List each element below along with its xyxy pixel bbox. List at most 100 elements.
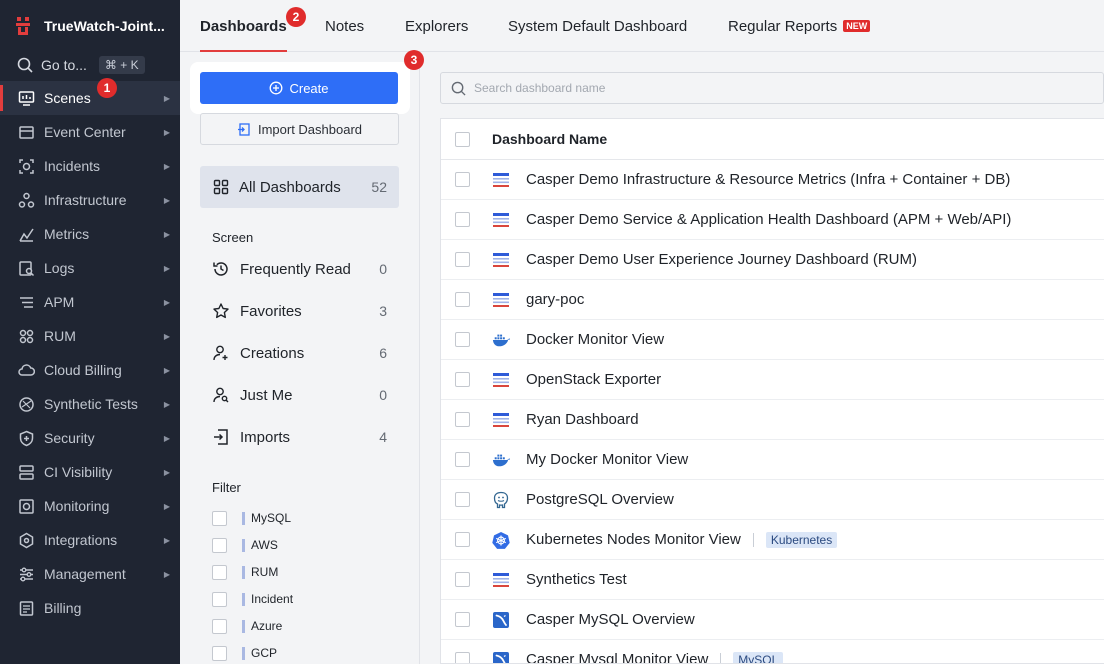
row-checkbox[interactable] <box>455 492 470 507</box>
security-icon <box>17 429 35 447</box>
sidebar-item-apm[interactable]: APM ▶ <box>0 285 180 319</box>
filter-item-rum[interactable]: RUM <box>212 563 278 581</box>
import-dashboard-button[interactable]: Import Dashboard <box>200 113 399 145</box>
table-row[interactable]: My Docker Monitor View <box>441 440 1104 480</box>
row-checkbox[interactable] <box>455 212 470 227</box>
caret-right-icon: ▶ <box>163 127 170 137</box>
dashboard-name[interactable]: Ryan Dashboard <box>526 411 639 428</box>
dashboard-name[interactable]: My Docker Monitor View <box>526 451 688 468</box>
sidebar-item-rum[interactable]: RUM ▶ <box>0 319 180 353</box>
table-row[interactable]: Synthetics Test <box>441 560 1104 600</box>
table-row[interactable]: Ryan Dashboard <box>441 400 1104 440</box>
table-row[interactable]: PostgreSQL Overview <box>441 480 1104 520</box>
screen-item-favorites[interactable]: Favorites 3 <box>212 300 387 322</box>
dashboard-name[interactable]: Docker Monitor View <box>526 331 664 348</box>
apm-icon <box>17 293 35 311</box>
sidebar: TrueWatch-Joint... Go to... ⌘ + K Scenes… <box>0 0 180 664</box>
sidebar-item-security[interactable]: Security ▶ <box>0 421 180 455</box>
sidebar-item-scenes[interactable]: Scenes ▶ <box>0 81 180 115</box>
checkbox[interactable] <box>212 591 227 607</box>
dashboard-name[interactable]: Casper Mysql Monitor View <box>526 651 708 663</box>
checkbox[interactable] <box>212 564 227 580</box>
checkbox[interactable] <box>212 618 227 634</box>
sidebar-item-ci-visibility[interactable]: CI Visibility ▶ <box>0 455 180 489</box>
table-row[interactable]: Casper Demo Service & Application Health… <box>441 200 1104 240</box>
synthetic-icon <box>17 395 35 413</box>
goto-search[interactable]: Go to... ⌘ + K <box>0 52 180 78</box>
filter-item-aws[interactable]: AWS <box>212 536 278 554</box>
sidebar-item-billing[interactable]: Billing <box>0 591 180 625</box>
create-label: Create <box>289 80 329 96</box>
table-row[interactable]: Casper Demo Infrastructure & Resource Me… <box>441 160 1104 200</box>
cloud-billing-icon <box>17 361 35 379</box>
row-checkbox[interactable] <box>455 612 470 627</box>
row-checkbox[interactable] <box>455 452 470 467</box>
screen-item-frequently-read[interactable]: Frequently Read 0 <box>212 258 387 280</box>
checkbox[interactable] <box>212 645 227 661</box>
filter-item-mysql[interactable]: MySQL <box>212 509 291 527</box>
filter-item-incident[interactable]: Incident <box>212 590 293 608</box>
sidebar-label-monitoring: Monitoring <box>44 498 110 514</box>
sidebar-item-metrics[interactable]: Metrics ▶ <box>0 217 180 251</box>
dashboard-name[interactable]: Synthetics Test <box>526 571 627 588</box>
caret-right-icon: ▶ <box>163 501 170 511</box>
tab-regular-reports[interactable]: Regular Reports NEW <box>728 18 871 52</box>
filter-item-gcp[interactable]: GCP <box>212 644 277 662</box>
table-row[interactable]: Casper MySQL Overview <box>441 600 1104 640</box>
row-checkbox[interactable] <box>455 652 470 663</box>
screen-item-imports[interactable]: Imports 4 <box>212 426 387 448</box>
sidebar-item-synthetic-tests[interactable]: Synthetic Tests ▶ <box>0 387 180 421</box>
row-checkbox[interactable] <box>455 292 470 307</box>
select-all-checkbox[interactable] <box>455 131 470 147</box>
dashboard-tag[interactable]: MySQL <box>733 651 784 663</box>
table-row[interactable]: Docker Monitor View <box>441 320 1104 360</box>
checkbox[interactable] <box>212 510 227 526</box>
brand-title: TrueWatch-Joint... <box>44 18 165 34</box>
screen-item-creations[interactable]: Creations 6 <box>212 342 387 364</box>
create-button[interactable]: Create <box>200 72 398 104</box>
tab-explorers[interactable]: Explorers <box>405 18 468 52</box>
table-row[interactable]: OpenStack Exporter <box>441 360 1104 400</box>
brand[interactable]: TrueWatch-Joint... <box>0 0 180 52</box>
row-checkbox[interactable] <box>455 572 470 587</box>
tag-separator <box>720 652 722 663</box>
row-checkbox[interactable] <box>455 532 470 547</box>
dashboard-name[interactable]: gary-poc <box>526 291 584 308</box>
sidebar-item-monitoring[interactable]: Monitoring ▶ <box>0 489 180 523</box>
dashboard-name[interactable]: PostgreSQL Overview <box>526 491 674 508</box>
sidebar-item-infrastructure[interactable]: Infrastructure ▶ <box>0 183 180 217</box>
row-checkbox[interactable] <box>455 372 470 387</box>
dashboard-name[interactable]: Casper Demo Service & Application Health… <box>526 211 1011 228</box>
sidebar-item-incidents[interactable]: Incidents ▶ <box>0 149 180 183</box>
tab-notes[interactable]: Notes <box>325 18 364 52</box>
sidebar-item-integrations[interactable]: Integrations ▶ <box>0 523 180 557</box>
table-row[interactable]: Kubernetes Nodes Monitor View Kubernetes <box>441 520 1104 560</box>
all-dashboards-item[interactable]: All Dashboards 52 <box>200 166 399 208</box>
row-checkbox[interactable] <box>455 412 470 427</box>
dashboard-tag[interactable]: Kubernetes <box>765 531 838 548</box>
tab-dashboards[interactable]: Dashboards <box>200 18 287 52</box>
filter-item-azure[interactable]: Azure <box>212 617 282 635</box>
dashboard-name[interactable]: Casper Demo Infrastructure & Resource Me… <box>526 171 1010 188</box>
dashboard-icon <box>492 251 510 269</box>
checkbox[interactable] <box>212 537 227 553</box>
dashboard-name[interactable]: Kubernetes Nodes Monitor View <box>526 531 741 548</box>
sidebar-item-logs[interactable]: Logs ▶ <box>0 251 180 285</box>
search-input[interactable] <box>474 81 1074 95</box>
row-checkbox[interactable] <box>455 252 470 267</box>
tab-system-default-dashboard[interactable]: System Default Dashboard <box>508 18 687 52</box>
metrics-icon <box>17 225 35 243</box>
dashboard-name[interactable]: Casper MySQL Overview <box>526 611 695 628</box>
table-row[interactable]: Casper Mysql Monitor View MySQL <box>441 640 1104 663</box>
screen-item-just-me[interactable]: Just Me 0 <box>212 384 387 406</box>
dashboard-name[interactable]: Casper Demo User Experience Journey Dash… <box>526 251 917 268</box>
screen-item-count: 3 <box>379 303 387 319</box>
row-checkbox[interactable] <box>455 172 470 187</box>
dashboard-name[interactable]: OpenStack Exporter <box>526 371 661 388</box>
sidebar-item-cloud-billing[interactable]: Cloud Billing ▶ <box>0 353 180 387</box>
sidebar-item-management[interactable]: Management ▶ <box>0 557 180 591</box>
table-row[interactable]: Casper Demo User Experience Journey Dash… <box>441 240 1104 280</box>
row-checkbox[interactable] <box>455 332 470 347</box>
sidebar-item-event-center[interactable]: Event Center ▶ <box>0 115 180 149</box>
table-row[interactable]: gary-poc <box>441 280 1104 320</box>
